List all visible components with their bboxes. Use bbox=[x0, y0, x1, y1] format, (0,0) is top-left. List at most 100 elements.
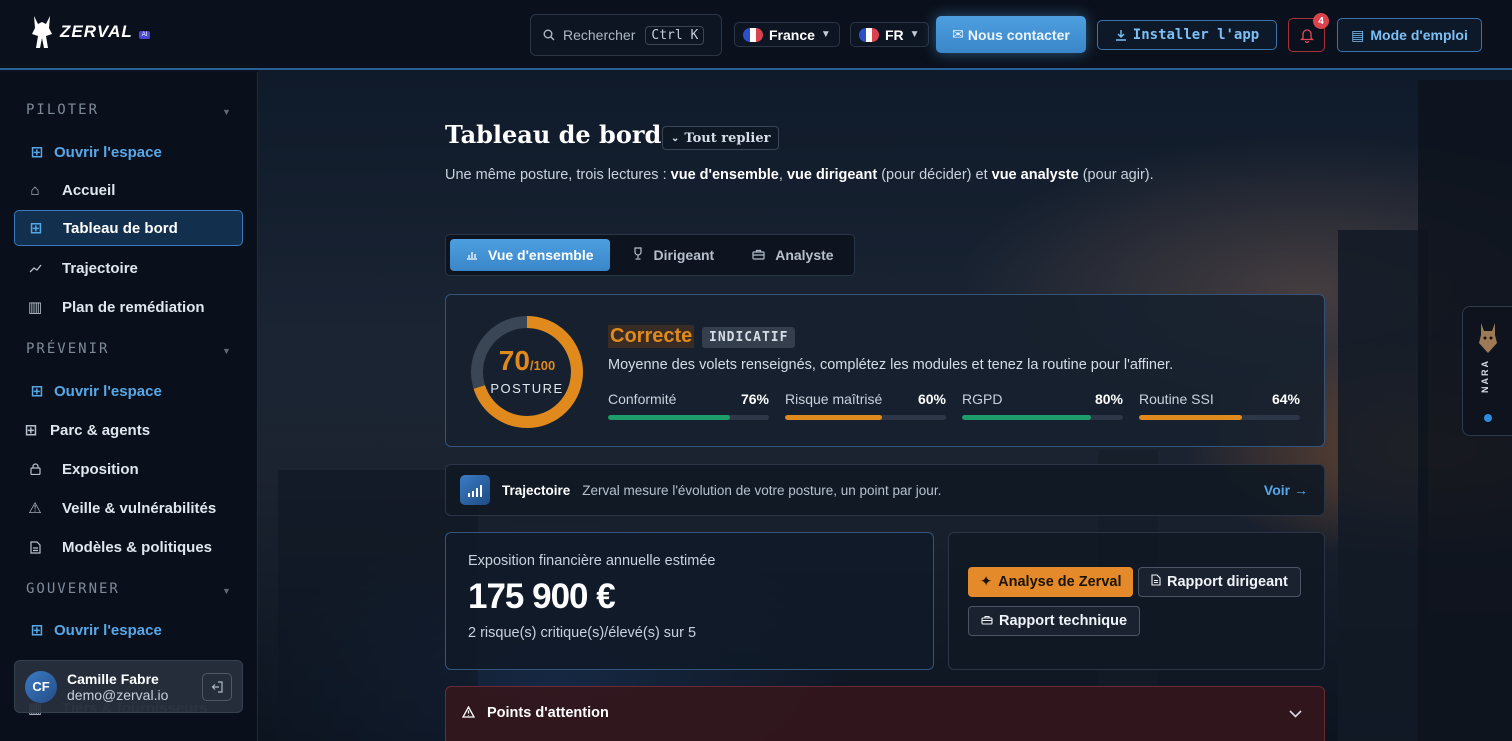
metric-value: 80% bbox=[1094, 391, 1123, 407]
sidebar-item-home[interactable]: ⌂ Accueil bbox=[14, 172, 243, 208]
search-shortcut: Ctrl K bbox=[645, 25, 705, 45]
executive-report-button[interactable]: Rapport dirigeant bbox=[1138, 567, 1301, 597]
posture-score-value: 70 bbox=[498, 345, 530, 376]
tab-analyst[interactable]: Analyste bbox=[736, 239, 849, 271]
country-value: France bbox=[769, 26, 815, 43]
france-flag-icon bbox=[859, 27, 879, 42]
search-icon bbox=[543, 29, 555, 41]
fox-logo-icon bbox=[32, 16, 52, 48]
home-icon: ⌂ bbox=[30, 181, 40, 199]
zerval-analysis-button[interactable]: ✦ Analyse de Zerval bbox=[968, 567, 1134, 597]
technical-report-label: Rapport technique bbox=[999, 613, 1128, 629]
sidebar-item-fleet[interactable]: ⊞ Parc & agents bbox=[14, 412, 243, 448]
metric-bar bbox=[608, 415, 769, 420]
tab-label: Analyste bbox=[775, 247, 834, 263]
sidebar-item-label: Veille & vulnérabilités bbox=[62, 499, 217, 517]
logout-button[interactable] bbox=[202, 673, 232, 701]
posture-card: 70/100 POSTURE Correcte INDICATIF Moyenn… bbox=[445, 294, 1325, 447]
intro-text: Une même posture, trois lectures : bbox=[445, 167, 671, 183]
intro-bold-analyst: vue analyste bbox=[991, 167, 1079, 183]
attention-title: Points d'attention bbox=[487, 705, 609, 721]
grid-icon: ⊞ bbox=[30, 622, 44, 639]
section-title-gouverner[interactable]: GOUVERNER bbox=[26, 581, 120, 597]
reports-card: ✦ Analyse de Zerval Rapport dirigeant Ra… bbox=[948, 532, 1325, 670]
tab-executive[interactable]: Dirigeant bbox=[616, 239, 731, 271]
metric-value: 60% bbox=[917, 391, 946, 407]
view-tabs: Vue d'ensemble Dirigeant Analyste bbox=[445, 234, 855, 276]
country-select[interactable]: France ▼ bbox=[734, 22, 840, 47]
intro-text: (pour agir). bbox=[1078, 167, 1154, 183]
chevron-down-icon[interactable]: ▼ bbox=[222, 586, 231, 596]
notification-count-badge: 4 bbox=[1313, 13, 1329, 29]
metric-value: 64% bbox=[1271, 391, 1300, 407]
download-icon bbox=[1115, 30, 1126, 41]
sidebar-item-remediation[interactable]: ▥ Plan de remédiation bbox=[14, 289, 243, 325]
chevron-down-icon: ⌄ bbox=[671, 132, 680, 144]
brand-name: ZERVAL bbox=[60, 22, 133, 41]
document-icon bbox=[1151, 574, 1161, 590]
intro-bold-executive: vue dirigeant bbox=[786, 167, 878, 183]
grid-icon: ⊞ bbox=[30, 383, 44, 400]
intro-text: , bbox=[778, 167, 787, 183]
search-input[interactable]: Rechercher Ctrl K bbox=[530, 14, 722, 56]
metric-bar-fill bbox=[1139, 415, 1243, 420]
metric-bar bbox=[962, 415, 1123, 420]
sidebar-item-trajectory[interactable]: Trajectoire bbox=[14, 250, 243, 286]
status-dot bbox=[1484, 414, 1492, 422]
sparkle-icon: ✦ bbox=[980, 574, 993, 590]
manual-button[interactable]: ▤ Mode d'emploi bbox=[1337, 18, 1482, 52]
chevron-down-icon[interactable]: ▼ bbox=[222, 346, 231, 356]
sidebar-item-policies[interactable]: Modèles & politiques bbox=[14, 529, 243, 565]
grid-icon: ⊞ bbox=[30, 144, 44, 161]
posture-score: 70/100 bbox=[470, 345, 584, 377]
metric-bar-fill bbox=[608, 415, 731, 420]
user-name: Camille Fabre bbox=[67, 670, 159, 687]
trajectory-view-link[interactable]: Voir → bbox=[1264, 482, 1308, 498]
sidebar-item-exposure[interactable]: Exposition bbox=[14, 451, 243, 487]
page-intro: Une même posture, trois lectures : vue d… bbox=[445, 164, 1165, 187]
sidebar-item-label: Trajectoire bbox=[62, 259, 138, 277]
logout-icon bbox=[211, 681, 223, 693]
trajectory-card[interactable]: Trajectoire Zerval mesure l'évolution de… bbox=[445, 464, 1325, 516]
language-select[interactable]: FR ▼ bbox=[850, 22, 929, 47]
nara-assistant-tab[interactable]: NARA bbox=[1462, 306, 1512, 436]
contact-label: Nous contacter bbox=[967, 26, 1070, 43]
trophy-icon bbox=[632, 247, 644, 263]
sidebar-open-space-gouverner[interactable]: ⊞ Ouvrir l'espace bbox=[14, 612, 243, 648]
metric-bar bbox=[785, 415, 946, 420]
chevron-down-icon[interactable] bbox=[1289, 705, 1302, 721]
metric-value: 76% bbox=[740, 391, 769, 407]
tab-overview[interactable]: Vue d'ensemble bbox=[450, 239, 610, 271]
section-title-prevenir[interactable]: PRÉVENIR bbox=[26, 341, 109, 357]
attention-panel[interactable]: Points d'attention bbox=[445, 686, 1325, 741]
metric-risk: Risque maîtrisé 60% bbox=[785, 391, 946, 420]
brand-badge: AI bbox=[138, 31, 151, 39]
toolbox-icon bbox=[752, 247, 765, 263]
install-app-button[interactable]: Installer l'app bbox=[1097, 20, 1277, 50]
bell-icon bbox=[1299, 28, 1314, 43]
grid-icon: ⊞ bbox=[29, 220, 43, 237]
analysis-label: Analyse de Zerval bbox=[998, 574, 1122, 590]
document-icon bbox=[28, 540, 42, 554]
chevron-down-icon[interactable]: ▼ bbox=[222, 107, 231, 117]
sidebar-item-vulnerabilities[interactable]: ⚠ Veille & vulnérabilités bbox=[14, 490, 243, 526]
trend-icon bbox=[28, 261, 42, 275]
section-title-piloter[interactable]: PILOTER bbox=[26, 102, 99, 118]
metric-bar-fill bbox=[962, 415, 1091, 420]
sidebar-item-dashboard[interactable]: ⊞ Tableau de bord bbox=[14, 210, 243, 246]
collapse-all-button[interactable]: ⌄ Tout replier bbox=[662, 126, 780, 150]
user-card[interactable]: CF Camille Fabre demo@zerval.io bbox=[14, 660, 243, 713]
brand-logo[interactable]: ZERVAL AI bbox=[28, 14, 151, 50]
collapse-label: Tout replier bbox=[684, 130, 771, 146]
trajectory-chart-icon bbox=[460, 475, 490, 505]
sidebar-open-space-piloter[interactable]: ⊞ Ouvrir l'espace bbox=[14, 134, 243, 170]
sidebar-open-space-prevenir[interactable]: ⊞ Ouvrir l'espace bbox=[14, 373, 243, 409]
tab-label: Dirigeant bbox=[653, 247, 715, 263]
book-icon: ▤ bbox=[1351, 26, 1365, 43]
notifications-button[interactable]: 4 bbox=[1288, 13, 1329, 52]
contact-button[interactable]: ✉ Nous contacter bbox=[936, 16, 1086, 53]
posture-description: Moyenne des volets renseignés, complétez… bbox=[608, 357, 1174, 373]
sidebar-item-label: Plan de remédiation bbox=[62, 298, 205, 316]
executive-report-label: Rapport dirigeant bbox=[1167, 574, 1288, 590]
technical-report-button[interactable]: Rapport technique bbox=[968, 606, 1141, 636]
